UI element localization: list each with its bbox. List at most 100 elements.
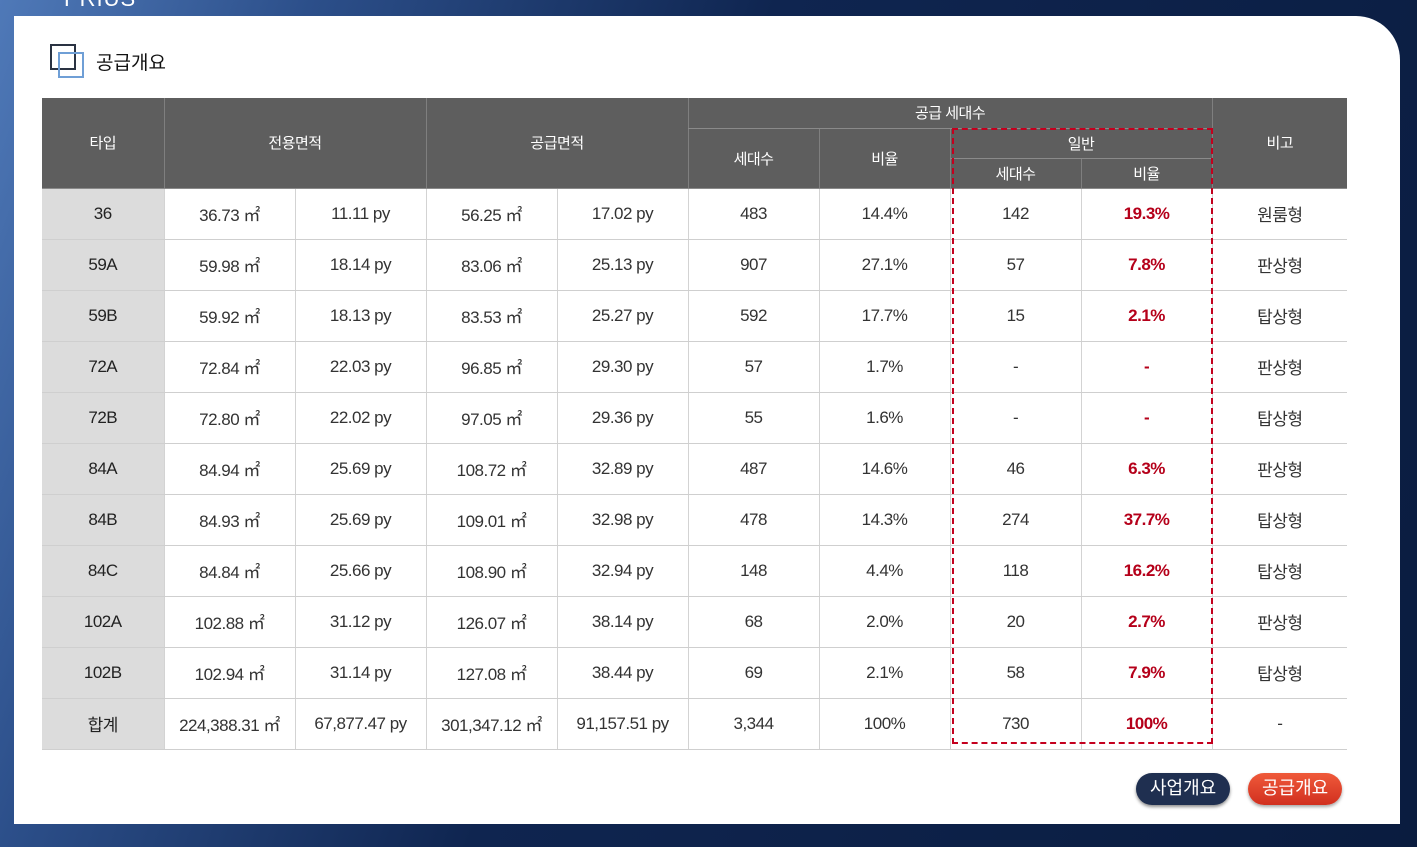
supply-overview-button[interactable]: 공급개요 [1248,773,1343,805]
supply-area-m2-cell: 126.07 ㎡ [425,596,558,648]
supply-area-py-cell: 38.14 py [556,596,689,648]
type-cell: 72A [42,341,164,393]
exclusive-area-m2-cell: 72.84 ㎡ [163,341,295,393]
supply-area-py-cell: 32.98 py [556,494,689,546]
header-supply-units: 공급 세대수 [687,98,1213,129]
units-cell: 57 [687,341,820,393]
exclusive-area-m2-cell: 72.80 ㎡ [163,392,295,444]
ratio-cell: 4.4% [818,545,951,597]
header-units: 세대수 [687,128,820,189]
supply-area-m2-cell: 56.25 ㎡ [425,188,558,240]
units-cell: 478 [687,494,820,546]
units-cell: 487 [687,443,820,495]
supply-table-body: 36 36.73 ㎡ 11.11 py 56.25 ㎡ 17.02 py 483 14.4%… [42,188,1348,750]
header-note: 비고 [1211,98,1348,189]
overlapping-squares-icon [50,44,84,78]
supply-area-py-cell: 25.27 py [556,290,689,342]
supply-table: 타입 전용면적 공급면적 공급 세대수 비고 세대수 비율 일반 세대수 비율 … [42,98,1348,750]
general-ratio-cell: 37.7% [1080,494,1213,546]
header-general-units: 세대수 [949,158,1082,189]
exclusive-area-py-cell: 67,877.47 py [294,698,427,750]
supply-area-py-cell: 17.02 py [556,188,689,240]
general-units-cell: - [949,392,1082,444]
header-general: 일반 [949,128,1213,159]
general-units-cell: 20 [949,596,1082,648]
general-ratio-cell: - [1080,341,1213,393]
units-cell: 68 [687,596,820,648]
type-cell: 84C [42,545,164,597]
supply-area-m2-cell: 97.05 ㎡ [425,392,558,444]
supply-area-py-cell: 29.36 py [556,392,689,444]
general-units-cell: 58 [949,647,1082,699]
ratio-cell: 2.0% [818,596,951,648]
table-row: 36 36.73 ㎡ 11.11 py 56.25 ㎡ 17.02 py 483 14.4%… [42,188,1348,240]
general-units-cell: 274 [949,494,1082,546]
units-cell: 907 [687,239,820,291]
table-row: 72A 72.84 ㎡ 22.03 py 96.85 ㎡ 29.30 py 57 1.7% -… [42,341,1348,393]
general-units-cell: - [949,341,1082,393]
general-units-cell: 118 [949,545,1082,597]
note-cell: 판상형 [1211,239,1348,291]
general-ratio-cell: 16.2% [1080,545,1213,597]
type-cell: 36 [42,188,164,240]
note-cell: 탑상형 [1211,290,1348,342]
table-row: 84B 84.93 ㎡ 25.69 py 109.01 ㎡ 32.98 py 478 14.… [42,494,1348,546]
type-cell: 102B [42,647,164,699]
note-cell: 탑상형 [1211,647,1348,699]
header-general-ratio: 비율 [1080,158,1213,189]
ratio-cell: 1.6% [818,392,951,444]
general-ratio-cell: 7.9% [1080,647,1213,699]
note-cell: - [1211,698,1348,750]
section-title: 공급개요 [96,51,166,74]
note-cell: 탑상형 [1211,545,1348,597]
exclusive-area-py-cell: 31.14 py [294,647,427,699]
exclusive-area-m2-cell: 59.98 ㎡ [163,239,295,291]
general-units-cell: 57 [949,239,1082,291]
type-cell: 84A [42,443,164,495]
supply-area-py-cell: 32.89 py [556,443,689,495]
table-row: 59B 59.92 ㎡ 18.13 py 83.53 ㎡ 25.27 py 592 17.7… [42,290,1348,342]
table-row: 84A 84.94 ㎡ 25.69 py 108.72 ㎡ 32.89 py 487 14.… [42,443,1348,495]
exclusive-area-m2-cell: 84.94 ㎡ [163,443,295,495]
ratio-cell: 27.1% [818,239,951,291]
table-row: 합계 224,388.31 ㎡ 67,877.47 py 301,347.12 ㎡ 91… [42,698,1348,750]
exclusive-area-py-cell: 25.69 py [294,443,427,495]
ratio-cell: 100% [818,698,951,750]
supply-area-py-cell: 38.44 py [556,647,689,699]
exclusive-area-m2-cell: 84.93 ㎡ [163,494,295,546]
exclusive-area-m2-cell: 84.84 ㎡ [163,545,295,597]
header-type: 타입 [42,98,164,189]
exclusive-area-m2-cell: 59.92 ㎡ [163,290,295,342]
units-cell: 55 [687,392,820,444]
supply-area-py-cell: 91,157.51 py [556,698,689,750]
section-heading: 공급개요 [50,44,166,78]
exclusive-area-py-cell: 31.12 py [294,596,427,648]
note-cell: 탑상형 [1211,494,1348,546]
supply-area-m2-cell: 96.85 ㎡ [425,341,558,393]
ratio-cell: 17.7% [818,290,951,342]
exclusive-area-py-cell: 22.02 py [294,392,427,444]
type-cell: 84B [42,494,164,546]
note-cell: 판상형 [1211,341,1348,393]
units-cell: 3,344 [687,698,820,750]
type-cell: 72B [42,392,164,444]
general-ratio-cell: 6.3% [1080,443,1213,495]
general-ratio-cell: 7.8% [1080,239,1213,291]
project-overview-button[interactable]: 사업개요 [1136,773,1231,805]
supply-area-m2-cell: 108.90 ㎡ [425,545,558,597]
general-units-cell: 46 [949,443,1082,495]
supply-area-m2-cell: 83.53 ㎡ [425,290,558,342]
exclusive-area-py-cell: 25.66 py [294,545,427,597]
supply-area-py-cell: 32.94 py [556,545,689,597]
table-row: 84C 84.84 ㎡ 25.66 py 108.90 ㎡ 32.94 py 148 4.4… [42,545,1348,597]
exclusive-area-m2-cell: 224,388.31 ㎡ [163,698,295,750]
ratio-cell: 2.1% [818,647,951,699]
exclusive-area-m2-cell: 102.94 ㎡ [163,647,295,699]
general-ratio-cell: - [1080,392,1213,444]
type-cell: 59B [42,290,164,342]
note-cell: 판상형 [1211,596,1348,648]
units-cell: 148 [687,545,820,597]
type-cell: 102A [42,596,164,648]
exclusive-area-py-cell: 18.13 py [294,290,427,342]
header-exclusive-area: 전용면적 [163,98,427,189]
